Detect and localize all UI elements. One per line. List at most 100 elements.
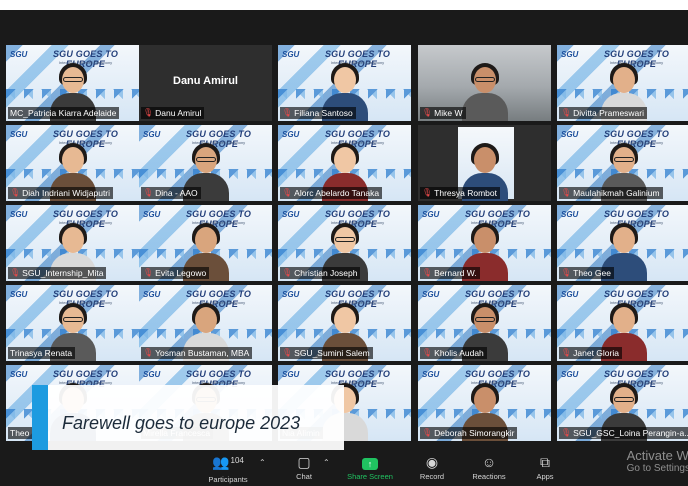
apps-button[interactable]: ⧉ Apps [517,454,573,486]
sgu-logo: SGU [422,370,440,379]
participant-tile[interactable]: SGU SGU GOES TO EUROPE Internship Farewell… [278,205,411,281]
participants-count: 104 [230,456,244,465]
sgu-logo: SGU [143,370,161,379]
muted-mic-icon: 🎙 [561,108,572,117]
participant-tile[interactable]: SGU SGU GOES TO EUROPE Internship Farewell… [557,125,688,201]
participant-name-bar: 🎙 Diah Indriani Widjaputri [8,187,114,199]
chat-caret-icon[interactable]: ⌃ [323,458,330,467]
muted-mic-icon: 🎙 [422,348,433,357]
participant-tile[interactable]: SGU SGU GOES TO EUROPE Internship Farewell… [418,205,551,281]
participant-tile[interactable]: 🎙 Mike W [418,45,551,121]
participant-video [461,63,508,121]
participant-name-bar: 🎙 Bernard W. [420,267,480,279]
participant-tile[interactable]: SGU SGU GOES TO EUROPE Internship Farewell… [557,285,688,361]
participants-caret-icon[interactable]: ⌃ [259,458,266,467]
watermark-line-2: Go to Settings [626,463,688,474]
participant-tile[interactable]: SGU SGU GOES TO EUROPE Internship Farewell… [557,205,688,281]
participant-name: Thresya Rombot [434,188,497,198]
participant-name-bar: 🎙 Divitta Prameswari [559,107,648,119]
participant-tile[interactable]: SGU SGU GOES TO EUROPE Internship Farewell… [6,205,139,281]
participant-tile[interactable]: SGU SGU GOES TO EUROPE Internship Farewell… [6,45,139,121]
participant-tile[interactable]: SGU SGU GOES TO EUROPE Internship Farewell… [139,285,272,361]
watermark-line-1: Activate W [626,448,688,463]
participant-name: Janet Gloria [573,348,619,358]
sgu-logo: SGU [10,370,28,379]
participant-tile[interactable]: SGU SGU GOES TO EUROPE Internship Farewell… [278,285,411,361]
participant-name: Filiana Santoso [294,108,353,118]
muted-mic-icon: 🎙 [422,108,433,117]
participant-name-bar: 🎙 Theo Gee [559,267,614,279]
meeting-window: SGU SGU GOES TO EUROPE Internship Farewell… [0,10,688,486]
muted-mic-icon: 🎙 [561,428,572,437]
participant-name-bar: 🎙 Maulahikmah Galinium [559,187,663,199]
participant-name: Danu Amirul [155,108,202,118]
participant-tile[interactable]: SGU SGU GOES TO EUROPE Internship Farewell… [418,365,551,441]
share-screen-label: Share Screen [347,472,393,481]
participants-label: Participants [208,475,248,484]
muted-mic-icon: 🎙 [282,108,293,117]
participant-name: Deborah Simorangkir [434,428,515,438]
participant-tile[interactable]: SGU SGU GOES TO EUROPE Internship Farewell… [557,365,688,441]
participant-name-bar: 🎙 Yosman Bustaman, MBA [141,347,253,359]
participant-name: SGU_Internship_Mita [22,268,104,278]
participant-name: Trinasya Renata [10,348,73,358]
participant-center-name: Danu Amirul [173,75,238,87]
participant-name: Yosman Bustaman, MBA [155,348,250,358]
share-screen-button[interactable]: ↑ Share Screen [342,454,398,486]
record-icon: ◉ [425,454,439,470]
participant-name: Maulahikmah Galinium [573,188,660,198]
reactions-button[interactable]: ☺ Reactions [461,454,517,486]
participant-tile[interactable]: SGU SGU GOES TO EUROPE Internship Farewell… [278,45,411,121]
chat-label: Chat [296,472,312,481]
participant-tile[interactable]: SGU SGU GOES TO EUROPE Internship Farewell… [139,205,272,281]
activate-windows-watermark: Activate W Go to Settings [627,448,688,474]
muted-mic-icon: 🎙 [10,188,21,197]
participant-name: Divitta Prameswari [573,108,645,118]
meeting-toolbar: 👥104 Participants ⌃ ▢ Chat ⌃ ↑ Share Scr… [0,450,688,486]
participant-name-bar: 🎙 Kholis Audah [420,347,487,359]
participant-name: Mike W [434,108,463,118]
participant-tile[interactable]: SGU SGU GOES TO EUROPE Internship Farewell… [418,285,551,361]
sgu-logo: SGU [282,370,300,379]
sgu-logo: SGU [561,210,579,219]
participant-tile[interactable]: SGU SGU GOES TO EUROPE Internship Farewell… [6,125,139,201]
participant-name: Evita Legowo [155,268,207,278]
muted-mic-icon: 🎙 [422,428,433,437]
participant-name: Theo [10,428,30,438]
participant-name: Dina - AAO [155,188,198,198]
participant-name-bar: 🎙 Deborah Simorangkir [420,427,518,439]
participant-tile[interactable]: SGU SGU GOES TO EUROPE Internship Farewell… [557,45,688,121]
participant-tile[interactable]: 🎙 Thresya Rombot [418,125,551,201]
record-button[interactable]: ◉ Record [404,454,460,486]
participant-tile[interactable]: SGU SGU GOES TO EUROPE Internship Farewell… [139,125,272,201]
participant-name: Theo Gee [573,268,611,278]
participant-name-bar: MC_Patricia Kiarra Adelaide [8,107,120,119]
muted-mic-icon: 🎙 [561,268,572,277]
share-screen-icon: ↑ [362,458,378,470]
sgu-logo: SGU [561,290,579,299]
muted-mic-icon: 🎙 [282,188,293,197]
sgu-logo: SGU [10,290,28,299]
participant-tile[interactable]: Danu Amirul 🎙 Danu Amirul [139,45,272,121]
participant-name-bar: 🎙 Christian Joseph [280,267,361,279]
sgu-logo: SGU [143,130,161,139]
muted-mic-icon: 🎙 [143,108,154,117]
muted-mic-icon: 🎙 [10,268,21,277]
sgu-logo: SGU [282,290,300,299]
participant-name: SGU_Sumini Salem [294,348,370,358]
sgu-logo: SGU [422,210,440,219]
apps-icon: ⧉ [540,454,550,470]
sgu-logo: SGU [282,50,300,59]
participant-name-bar: 🎙 Alorc Abelardo Tanaka [280,187,383,199]
participant-name: SGU_GSC_Loina Perangin-a... [573,428,688,438]
participant-tile[interactable]: SGU SGU GOES TO EUROPE Internship Farewell… [278,125,411,201]
participants-button[interactable]: 👥104 Participants [200,454,256,486]
participant-name-bar: 🎙 Danu Amirul [141,107,205,119]
participant-name: Christian Joseph [294,268,358,278]
participant-name: Alorc Abelardo Tanaka [294,188,380,198]
participant-tile[interactable]: SGU SGU GOES TO EUROPE Internship Farewell… [6,285,139,361]
participant-name-bar: 🎙 Janet Gloria [559,347,622,359]
participant-name-bar: 🎙 SGU_Internship_Mita [8,267,107,279]
muted-mic-icon: 🎙 [561,348,572,357]
participant-name-bar: Trinasya Renata [8,347,76,359]
